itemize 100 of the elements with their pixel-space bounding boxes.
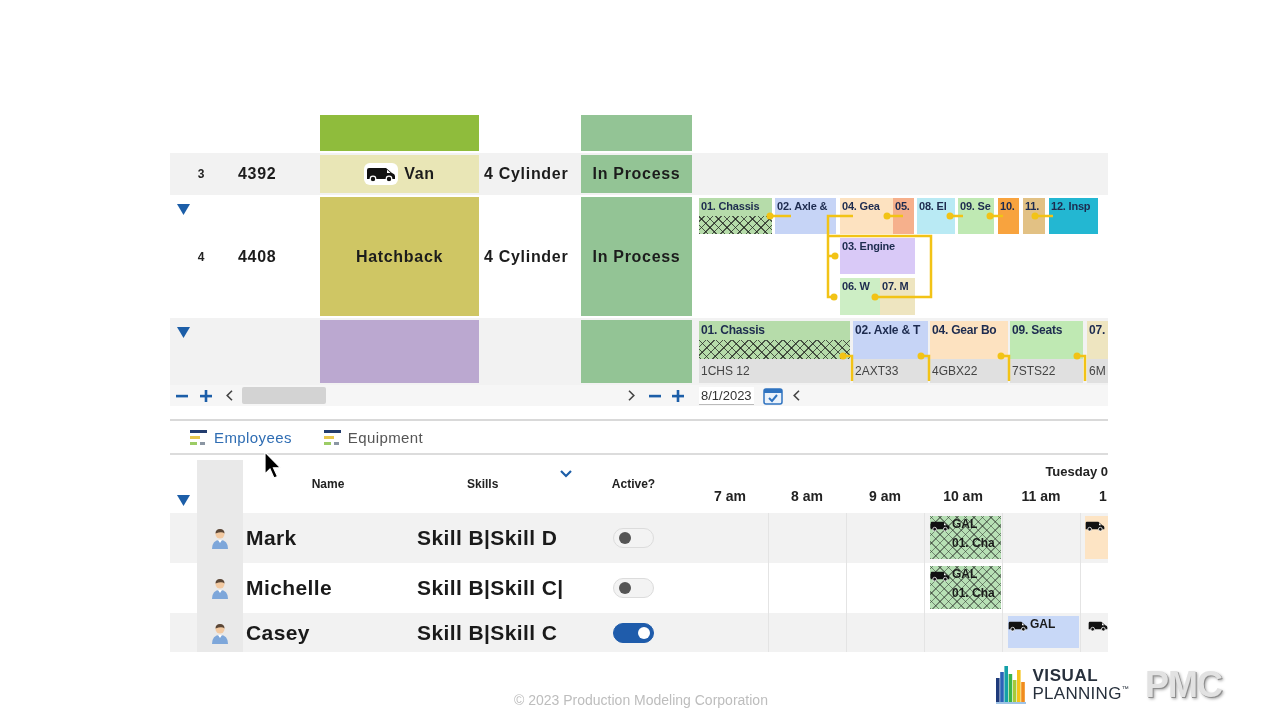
column-header: Active? xyxy=(611,477,656,491)
task-bar[interactable]: 05. xyxy=(893,198,914,234)
task-bar[interactable]: 11. xyxy=(1023,198,1045,234)
task-bar[interactable]: 02. Axle & xyxy=(775,198,836,234)
employee-name: Mark xyxy=(246,526,297,550)
dependency-connector xyxy=(917,352,931,381)
task-bar[interactable]: 07. M xyxy=(880,278,915,315)
booking-title: GAL xyxy=(1030,616,1056,633)
caret-down-icon[interactable] xyxy=(177,495,190,506)
dependency-connector xyxy=(986,212,1003,220)
plus-icon[interactable] xyxy=(672,389,684,402)
logo-text: PMC xyxy=(1145,664,1222,706)
model-label: Van xyxy=(404,165,435,183)
model-label: Hatchback xyxy=(355,247,444,266)
task-code: 4GBX22 xyxy=(930,359,1008,383)
van-icon xyxy=(1008,619,1028,632)
person-icon xyxy=(211,527,229,549)
chevron-right-icon[interactable] xyxy=(628,390,635,401)
task-label: 07. xyxy=(1088,322,1107,337)
task-bar[interactable]: 01. Chassis 1CHS 12 xyxy=(699,321,850,383)
task-bar[interactable]: 01. Chassis xyxy=(699,198,772,234)
tab[interactable]: Employees xyxy=(188,428,294,446)
task-bar[interactable]: 03. Engine xyxy=(840,238,915,274)
logo-text: VISUAL xyxy=(1032,667,1100,684)
booking-bar[interactable]: GAL 01. Cha xyxy=(930,516,1001,559)
booking-subtitle: 01. Cha xyxy=(952,586,995,600)
dependency-connector xyxy=(1031,212,1053,220)
task-bar[interactable]: 04. Gea xyxy=(840,198,893,234)
van-icon xyxy=(1085,519,1105,532)
task-label: 05. xyxy=(894,199,911,213)
task-bar[interactable]: 04. Gear Bo 4GBX22 xyxy=(930,321,1008,383)
task-bar[interactable]: 12. Insp xyxy=(1049,198,1098,234)
task-label: 10. xyxy=(999,199,1016,213)
engine-label: 4 Cylinder xyxy=(484,165,569,183)
dependency-connector xyxy=(766,212,791,220)
task-bar[interactable]: 10. xyxy=(998,198,1019,234)
date-field[interactable]: 8/1/2023 xyxy=(699,386,754,405)
task-label: 03. Engine xyxy=(841,239,897,253)
skills-text: Skill B|Skill C xyxy=(417,620,558,645)
task-bar[interactable]: 08. El xyxy=(917,198,955,234)
employee-name: Michelle xyxy=(246,576,333,600)
dependency-connector xyxy=(883,212,903,220)
booking-bar[interactable] xyxy=(1085,516,1108,559)
row-number: 4 xyxy=(197,249,205,264)
toggle-switch[interactable] xyxy=(613,622,654,643)
task-bar[interactable]: 09. Se xyxy=(958,198,994,234)
caret-down-icon[interactable] xyxy=(176,204,190,215)
task-label: 06. W xyxy=(841,279,871,293)
employee-name: Casey xyxy=(246,620,310,645)
task-label: 04. Gear Bo xyxy=(931,322,998,337)
hour-label: 10 am xyxy=(943,488,983,504)
van-icon xyxy=(930,569,950,582)
hour-label: 7 am xyxy=(714,488,746,504)
hour-label: 1 xyxy=(1099,488,1107,504)
chevron-left-icon[interactable] xyxy=(792,390,800,401)
task-bar[interactable]: 07. 6M xyxy=(1087,321,1108,383)
task-code: 1CHS 12 xyxy=(699,359,850,383)
chevron-down-icon[interactable] xyxy=(560,470,572,478)
task-bar[interactable]: 06. W xyxy=(840,278,880,315)
row-number: 3 xyxy=(197,167,205,181)
chevron-left-icon[interactable] xyxy=(226,390,233,401)
booking-bar[interactable]: GAL xyxy=(1008,616,1079,648)
task-code: 2AXT33 xyxy=(853,359,928,383)
day-label: Tuesday 0 xyxy=(1045,464,1108,479)
bars-icon xyxy=(323,429,341,445)
copyright-text: © 2023 Production Modeling Corporation xyxy=(514,692,768,708)
column-header: Name xyxy=(311,477,345,491)
logo-text: PLANNING$^{™}$ xyxy=(1032,684,1129,703)
status-cell: In Process xyxy=(581,197,692,316)
task-label: 01. Chassis xyxy=(700,199,761,213)
task-label: 01. Chassis xyxy=(700,322,766,337)
order-number: 4392 xyxy=(238,165,277,183)
task-label: 08. El xyxy=(918,199,948,213)
dependency-connector xyxy=(997,352,1011,381)
booking-subtitle: 01. Cha xyxy=(952,536,995,550)
task-code: 7STS22 xyxy=(1010,359,1083,383)
hour-label: 11 am xyxy=(1021,488,1061,504)
logo-bars-icon xyxy=(996,666,1027,704)
scrollbar-thumb[interactable] xyxy=(242,387,326,404)
order-number: 4408 xyxy=(238,247,277,266)
caret-down-icon[interactable] xyxy=(176,327,190,338)
task-bar[interactable]: 09. Seats 7STS22 xyxy=(1010,321,1083,383)
status-cell: In Process xyxy=(581,155,692,193)
bars-icon xyxy=(190,429,207,445)
dependency-connector xyxy=(839,352,854,381)
tab[interactable]: Equipment xyxy=(321,428,426,446)
booking-bar[interactable]: GAL 01. Cha xyxy=(930,566,1001,609)
booking-title: GAL xyxy=(952,566,978,583)
task-bar[interactable]: 02. Axle & T 2AXT33 xyxy=(853,321,928,383)
column-header: Skills xyxy=(467,477,499,491)
task-label: 02. Axle & T xyxy=(854,322,922,337)
task-label: 04. Gea xyxy=(841,199,881,213)
task-label: 02. Axle & xyxy=(776,199,829,213)
task-label: 09. Se xyxy=(959,199,992,213)
person-icon xyxy=(211,577,229,599)
plus-icon[interactable] xyxy=(200,389,212,402)
task-label: 09. Seats xyxy=(1011,322,1064,337)
task-label: 12. Insp xyxy=(1050,199,1092,213)
calendar-check-icon[interactable] xyxy=(762,386,783,405)
dependency-connector xyxy=(1073,352,1087,381)
